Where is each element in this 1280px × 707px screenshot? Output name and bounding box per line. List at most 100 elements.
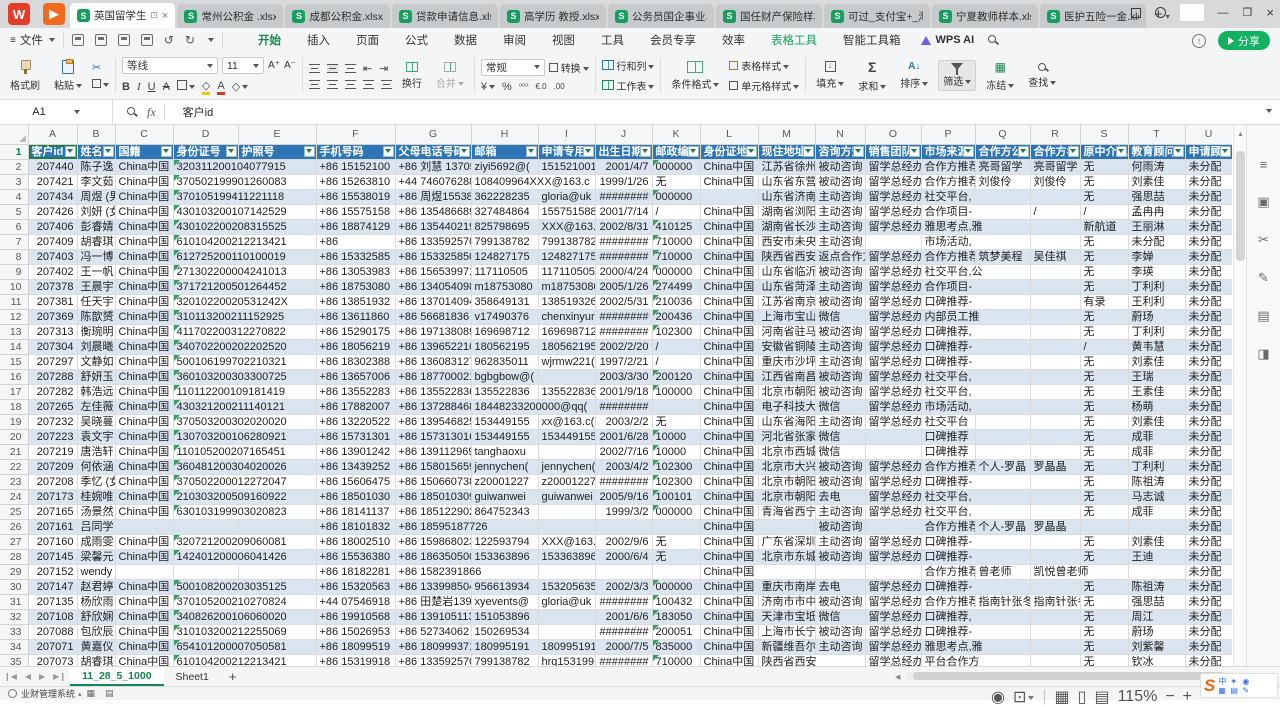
font-shrink-button[interactable]: A⁻ (284, 60, 296, 71)
cell-U26[interactable]: 未分配 (1185, 519, 1232, 534)
cell-Q20[interactable] (975, 429, 1030, 444)
select-all-corner[interactable] (0, 125, 28, 144)
cell-B6[interactable]: 彭睿婧 (女 (77, 219, 115, 234)
cell-B2[interactable]: 陈子逸 (男 (77, 159, 115, 174)
cell-M9[interactable]: 山东省临沂 (758, 264, 815, 279)
cell-L32[interactable]: China中国 (700, 609, 758, 624)
header-cell-E1[interactable]: 护照号 (238, 144, 316, 159)
cell-U34[interactable]: 未分配 (1185, 639, 1232, 654)
cell-P12[interactable]: 内部员工推 (921, 309, 1030, 324)
header-cell-N1[interactable]: 咨询方式 (815, 144, 865, 159)
cell-S16[interactable]: 无 (1080, 369, 1128, 384)
cell-H7[interactable]: 799138782 (471, 234, 538, 249)
cell-S9[interactable]: 无 (1080, 264, 1128, 279)
fill-button[interactable]: 填充 (812, 59, 848, 92)
cell-K34[interactable]: 835000 (652, 639, 700, 654)
cell-U23[interactable]: 未分配 (1185, 474, 1232, 489)
number-format-select[interactable]: 常规 (481, 59, 545, 76)
cell-O8[interactable]: 留学总经办 (865, 249, 921, 264)
cell-P35[interactable]: 平台合作方 (921, 654, 1030, 666)
row-header-26[interactable]: 26 (0, 519, 28, 534)
row-header-6[interactable]: 6 (0, 219, 28, 234)
column-header-Q[interactable]: Q (975, 125, 1030, 144)
cell-O34[interactable]: 留学总经办 (865, 639, 921, 654)
cell-P29[interactable]: 合作方推荐 (921, 564, 975, 579)
cell-F33[interactable]: +86 15026953 (316, 624, 395, 639)
cell-U25[interactable]: 未分配 (1185, 504, 1232, 519)
cell-O11[interactable]: 留学总经办 (865, 294, 921, 309)
ime-tools-icon[interactable]: ✎ (1242, 686, 1250, 695)
cell-L6[interactable]: China中国 (700, 219, 758, 234)
wrap-text-button[interactable]: 换行 (398, 60, 426, 92)
cell-C25[interactable]: China中国 (115, 504, 173, 519)
cell-T10[interactable]: 丁利利 (1128, 279, 1185, 294)
split-view-icon[interactable]: ◨ (1257, 346, 1269, 362)
cell-T23[interactable]: 陈祖涛 (1128, 474, 1185, 489)
freeze-button[interactable]: ▦ 冻结 (982, 58, 1018, 94)
cell-J5[interactable]: 2001/7/14 (595, 204, 652, 219)
cell-P19[interactable]: 社交平台 (921, 414, 975, 429)
cell-N6[interactable]: 主动咨询 (815, 219, 865, 234)
sum-button[interactable]: Σ 求和 (854, 57, 890, 95)
cell-F22[interactable]: +86 13439252 (316, 459, 395, 474)
cell-F27[interactable]: +86 18002510 (316, 534, 395, 549)
cell-S12[interactable]: 无 (1080, 309, 1128, 324)
cell-H25[interactable]: 864752343 (471, 504, 538, 519)
cell-D27[interactable]: 320721200209060081 (173, 534, 316, 549)
convert-button[interactable]: 转换 (549, 60, 589, 75)
header-cell-D1[interactable]: 身份证号 (173, 144, 238, 159)
menu-tab-表格工具[interactable]: 表格工具 (758, 29, 830, 51)
menu-tab-工具[interactable]: 工具 (588, 29, 637, 51)
cell-O13[interactable]: 留学总经办 (865, 324, 921, 339)
column-header-O[interactable]: O (865, 125, 921, 144)
cell-R9[interactable] (1030, 264, 1080, 279)
row-header-7[interactable]: 7 (0, 234, 28, 249)
cell-L20[interactable]: China中国 (700, 429, 758, 444)
cell-I8[interactable]: 124827175 (538, 249, 595, 264)
currency-button[interactable]: ¥ (481, 81, 495, 93)
cell-T12[interactable]: 蔚玚 (1128, 309, 1185, 324)
cell-K27[interactable]: 无 (652, 534, 700, 549)
cell-J26[interactable] (595, 519, 652, 534)
column-header-U[interactable]: U (1185, 125, 1232, 144)
cell-P4[interactable]: 社交平台, (921, 189, 1030, 204)
cell-U22[interactable]: 未分配 (1185, 459, 1232, 474)
cell-U6[interactable]: 未分配 (1185, 219, 1232, 234)
menu-tab-公式[interactable]: 公式 (392, 29, 441, 51)
bold-button[interactable]: B (122, 81, 130, 93)
cell-O27[interactable]: 留学总经办 (865, 534, 921, 549)
cell-S25[interactable]: 无 (1080, 504, 1128, 519)
document-tab[interactable]: S常州公积金 .xlsx (177, 4, 283, 28)
column-header-N[interactable]: N (815, 125, 865, 144)
cell-U17[interactable]: 未分配 (1185, 384, 1232, 399)
print-icon[interactable] (118, 34, 130, 46)
cell-G7[interactable]: +86 1335925706 (395, 234, 471, 249)
cell-F7[interactable]: +86 (316, 234, 395, 249)
cell-O24[interactable]: 留学总经办 (865, 489, 921, 504)
font-color-button[interactable]: A (217, 80, 224, 94)
cell-L9[interactable]: China中国 (700, 264, 758, 279)
cell-M25[interactable]: 青海省西宁 (758, 504, 815, 519)
prev-sheet-icon[interactable]: ◀ (25, 672, 31, 681)
cell-M15[interactable]: 重庆市沙坪 (758, 354, 815, 369)
cell-K2[interactable]: 000000 (652, 159, 700, 174)
cell-G29[interactable]: +86 1582391866 (395, 564, 538, 579)
fx-icon[interactable]: fx (147, 105, 156, 120)
restore-button[interactable]: ❐ (1243, 6, 1253, 19)
normal-view-icon[interactable]: ▦ (1055, 687, 1070, 707)
row-header-1[interactable]: 1 (0, 144, 28, 159)
cell-O19[interactable]: 留学总经办 (865, 414, 921, 429)
fill-color-button[interactable]: ◇ (202, 79, 210, 94)
row-header-9[interactable]: 9 (0, 264, 28, 279)
cell-H15[interactable]: 962835011 (471, 354, 538, 369)
filter-dropdown-icon[interactable] (65, 146, 76, 157)
cell-A9[interactable]: 207402 (28, 264, 77, 279)
cell-A33[interactable]: 207088 (28, 624, 77, 639)
notes-icon[interactable]: ▤ (1257, 308, 1269, 324)
cell-F32[interactable]: +86 19910568 (316, 609, 395, 624)
cell-G3[interactable]: +44 7460762888 (395, 174, 471, 189)
board-icon[interactable]: ▦ (87, 688, 96, 699)
menu-tab-页面[interactable]: 页面 (343, 29, 392, 51)
merge-cells-button[interactable]: 合并 (432, 60, 468, 92)
cell-J16[interactable]: 2003/3/30 (595, 369, 652, 384)
